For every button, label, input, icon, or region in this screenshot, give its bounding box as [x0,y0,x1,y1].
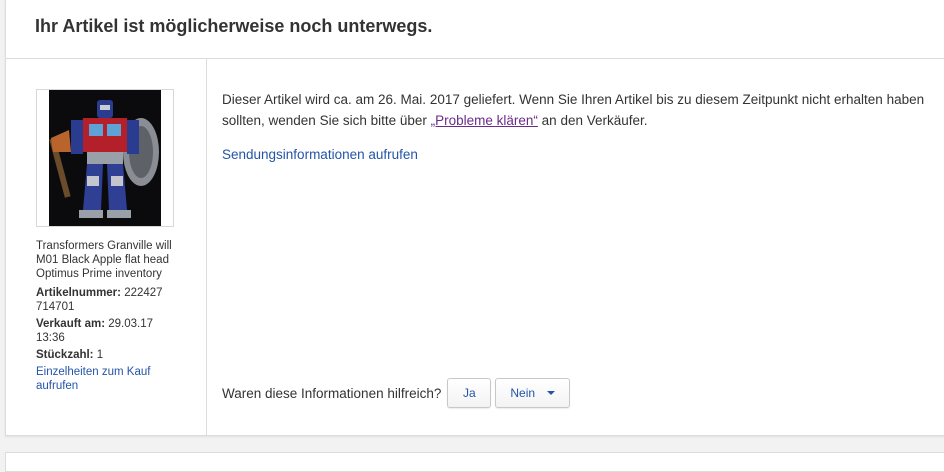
no-button-label: Nein [510,386,536,400]
robot-figure-image [49,90,161,226]
card-header: Ihr Artikel ist möglicherweise noch unte… [6,0,944,59]
order-status-card: Ihr Artikel ist möglicherweise noch unte… [5,0,944,436]
page-title: Ihr Artikel ist möglicherweise noch unte… [35,16,433,36]
item-thumbnail[interactable] [36,89,174,227]
item-number-label: Artikelnummer: [36,287,121,299]
sold-date-label: Verkauft am: [36,318,106,330]
chevron-down-icon [547,391,556,395]
quantity-label: Stückzahl: [36,349,94,361]
quantity: 1 [96,349,104,361]
feedback-section: Waren diese Informationen hilfreich? Ja … [222,378,574,408]
sold-date-row: Verkauft am: 29.03.17 13:36 [36,317,178,345]
purchase-details-link[interactable]: Einzelheiten zum Kauf aufrufen [36,366,150,392]
shipping-info-link[interactable]: Sendungsinformationen aufrufen [222,147,418,162]
item-meta: Transformers Granville will M01 Black Ap… [36,239,178,393]
no-button[interactable]: Nein [495,378,571,408]
yes-button-label: Ja [463,386,476,400]
resolve-problem-link[interactable]: „Probleme klären“ [431,113,538,128]
next-card [5,452,944,472]
delivery-message: Dieser Artikel wird ca. am 26. Mai. 2017… [222,89,932,131]
main-content: Dieser Artikel wird ca. am 26. Mai. 2017… [222,58,944,435]
item-title: Transformers Granville will M01 Black Ap… [36,240,172,280]
yes-button[interactable]: Ja [447,378,492,408]
item-number-row: Artikelnummer: 222427 714701 [36,286,178,314]
delivery-text-after: an den Verkäufer. [537,113,648,128]
quantity-row: Stückzahl: 1 [36,348,178,362]
feedback-question: Waren diese Informationen hilfreich? [222,385,442,401]
item-summary: Transformers Granville will M01 Black Ap… [6,58,207,435]
